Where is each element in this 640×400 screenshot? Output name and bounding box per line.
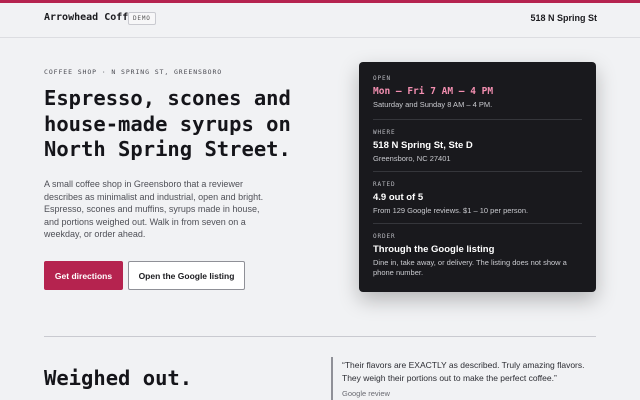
rated-label: RATED: [373, 181, 396, 188]
rating-detail: From 129 Google reviews. $1 – 10 per per…: [373, 206, 529, 215]
card-row-order: ORDER Through the Google listing Dine in…: [373, 223, 582, 278]
street-address: 518 N Spring St, Ste D: [373, 140, 473, 151]
hero-headline: Espresso, scones and house-made syrups o…: [44, 86, 291, 161]
section-title: Weighed out.: [44, 366, 193, 390]
demo-badge: DEMO: [128, 12, 156, 25]
card-row-open: OPEN Mon – Fri 7 AM – 4 PM Saturday and …: [373, 75, 582, 110]
order-detail: Dine in, take away, or delivery. The lis…: [373, 258, 567, 277]
open-google-listing-button[interactable]: Open the Google listing: [128, 261, 245, 290]
open-hours: Mon – Fri 7 AM – 4 PM: [373, 86, 494, 97]
hero-eyebrow: COFFEE SHOP · N SPRING ST, GREENSBORO: [44, 68, 223, 76]
order-method: Through the Google listing: [373, 244, 495, 255]
section-divider: [44, 336, 596, 337]
info-card: OPEN Mon – Fri 7 AM – 4 PM Saturday and …: [359, 62, 596, 292]
rating-value: 4.9 out of 5: [373, 192, 424, 203]
order-label: ORDER: [373, 233, 396, 240]
header-address: 518 N Spring St: [530, 13, 597, 23]
where-label: WHERE: [373, 129, 396, 136]
site-header: Arrowhead Coffee DEMO 518 N Spring St: [0, 3, 640, 38]
card-row-rated: RATED 4.9 out of 5 From 129 Google revie…: [373, 171, 582, 216]
review-quote: “Their flavors are EXACTLY as described.…: [342, 360, 585, 383]
card-row-where: WHERE 518 N Spring St, Ste D Greensboro,…: [373, 119, 582, 164]
open-label: OPEN: [373, 75, 392, 82]
brand-logo-text[interactable]: Arrowhead Coffee: [44, 12, 140, 23]
quote-bar: [331, 357, 333, 400]
quote-source: Google review: [342, 389, 390, 398]
get-directions-button[interactable]: Get directions: [44, 261, 123, 290]
city-state-zip: Greensboro, NC 27401: [373, 154, 451, 163]
weekend-hours: Saturday and Sunday 8 AM – 4 PM.: [373, 100, 493, 109]
hero-description: A small coffee shop in Greensboro that a…: [44, 179, 264, 239]
